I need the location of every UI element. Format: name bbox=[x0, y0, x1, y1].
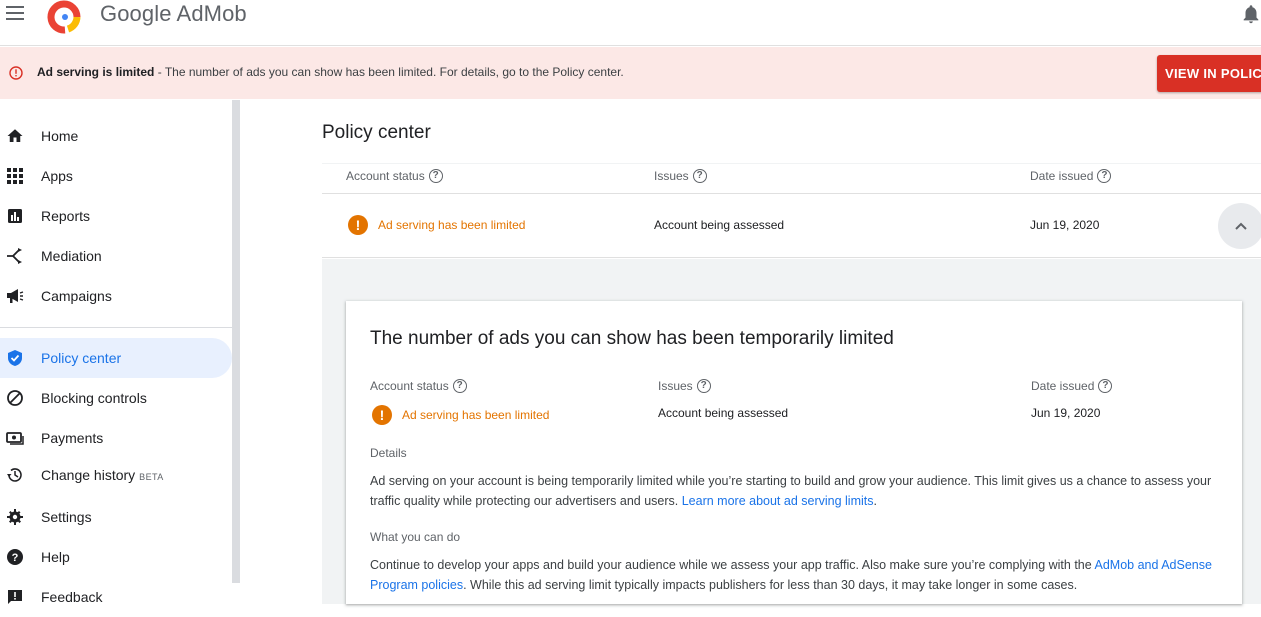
policy-alert-banner: Ad serving is limited - The number of ad… bbox=[0, 47, 1261, 99]
brand-name: Google AdMob bbox=[100, 1, 247, 26]
card-header-date-issued: Date issued? bbox=[1031, 379, 1113, 393]
sidebar-item-home[interactable]: Home bbox=[0, 116, 232, 156]
sidebar-item-label: Change history BETA bbox=[41, 467, 164, 483]
payments-icon bbox=[6, 432, 24, 445]
what-you-can-do-label: What you can do bbox=[370, 530, 461, 544]
chevron-up-icon bbox=[1235, 222, 1247, 230]
details-label: Details bbox=[370, 446, 407, 460]
sidebar-item-payments[interactable]: Payments bbox=[0, 418, 232, 458]
card-date-value: Jun 19, 2020 bbox=[1031, 406, 1101, 420]
home-icon bbox=[7, 129, 23, 142]
sidebar-item-feedback[interactable]: Feedback bbox=[0, 577, 232, 617]
sidebar-item-label: Reports bbox=[41, 208, 91, 224]
sidebar-item-label: Feedback bbox=[41, 589, 103, 605]
nav-divider bbox=[0, 327, 232, 328]
account-status-value: Ad serving has been limited bbox=[378, 218, 526, 232]
sidebar-item-campaigns[interactable]: Campaigns bbox=[0, 276, 232, 316]
collapse-row-button[interactable] bbox=[1218, 203, 1261, 249]
what-you-can-do-paragraph: Continue to develop your apps and build … bbox=[370, 558, 1212, 592]
column-header-issues: Issues? bbox=[654, 169, 707, 183]
column-header-date-issued: Date issued? bbox=[1030, 169, 1112, 183]
sidebar-item-label: Mediation bbox=[41, 248, 102, 264]
page-title: Policy center bbox=[322, 122, 431, 143]
sidebar-item-label: Apps bbox=[41, 168, 73, 184]
help-circle-icon[interactable]: ? bbox=[1098, 379, 1113, 393]
sidebar-scrollbar[interactable] bbox=[232, 100, 240, 583]
error-icon bbox=[9, 66, 23, 80]
feedback-icon bbox=[8, 590, 22, 604]
reports-icon bbox=[8, 209, 22, 223]
sidebar-item-label: Policy center bbox=[41, 350, 122, 366]
table-row[interactable]: ! Ad serving has been limited Account be… bbox=[322, 194, 1261, 258]
help-circle-icon[interactable]: ? bbox=[692, 169, 707, 183]
sidebar-item-blocking-controls[interactable]: Blocking controls bbox=[0, 378, 232, 418]
sidebar-item-apps[interactable]: Apps bbox=[0, 156, 232, 196]
learn-more-link[interactable]: Learn more about ad serving limits bbox=[682, 494, 874, 508]
date-issued-value: Jun 19, 2020 bbox=[1030, 218, 1100, 232]
svg-text:?: ? bbox=[12, 552, 19, 564]
policy-table-header: Account status? Issues? Date issued? bbox=[322, 163, 1261, 194]
help-icon: ? bbox=[7, 549, 23, 565]
notifications-bell-icon[interactable] bbox=[1240, 3, 1261, 25]
sidebar-item-label: Settings bbox=[41, 509, 92, 525]
help-circle-icon[interactable]: ? bbox=[428, 169, 443, 183]
mediation-icon bbox=[7, 248, 22, 264]
beta-badge: BETA bbox=[139, 472, 164, 482]
column-header-account-status: Account status? bbox=[346, 169, 443, 183]
help-circle-icon[interactable]: ? bbox=[696, 379, 711, 393]
sidebar-item-settings[interactable]: Settings bbox=[0, 497, 232, 537]
sidebar-item-label: Payments bbox=[41, 430, 104, 446]
sidebar-item-help[interactable]: ? Help bbox=[0, 537, 232, 577]
gear-icon bbox=[7, 509, 23, 525]
sidebar-item-label: Home bbox=[41, 128, 79, 144]
sidebar-item-policy-center[interactable]: Policy center bbox=[0, 338, 232, 378]
sidebar-item-label: Campaigns bbox=[41, 288, 112, 304]
card-header-issues: Issues? bbox=[658, 379, 711, 393]
apps-grid-icon bbox=[7, 168, 23, 184]
card-issue-value: Account being assessed bbox=[658, 406, 789, 420]
block-icon bbox=[7, 390, 23, 406]
view-in-policy-center-button[interactable]: VIEW IN POLICY CENTER bbox=[1157, 55, 1261, 92]
admob-logo-icon[interactable] bbox=[46, 0, 84, 34]
help-circle-icon[interactable]: ? bbox=[1097, 169, 1112, 183]
sidebar-item-change-history[interactable]: Change history BETA bbox=[0, 455, 232, 495]
card-title: The number of ads you can show has been … bbox=[370, 328, 894, 349]
megaphone-icon bbox=[7, 289, 24, 303]
sidebar-item-reports[interactable]: Reports bbox=[0, 196, 232, 236]
banner-message: Ad serving is limited - The number of ad… bbox=[37, 65, 624, 79]
card-header-account-status: Account status? bbox=[370, 379, 467, 393]
menu-icon[interactable] bbox=[6, 6, 26, 24]
top-app-bar: Google AdMob bbox=[0, 0, 1261, 46]
sidebar-item-label: Blocking controls bbox=[41, 390, 147, 406]
help-circle-icon[interactable]: ? bbox=[452, 379, 467, 393]
issue-value: Account being assessed bbox=[654, 218, 785, 232]
warning-icon: ! bbox=[348, 215, 368, 235]
shield-check-icon bbox=[8, 350, 22, 366]
warning-icon: ! bbox=[372, 405, 392, 425]
card-status-value: Ad serving has been limited bbox=[402, 408, 550, 422]
details-paragraph: Ad serving on your account is being temp… bbox=[370, 474, 1212, 508]
history-icon bbox=[7, 468, 22, 482]
sidebar-item-mediation[interactable]: Mediation bbox=[0, 236, 232, 276]
sidebar-item-label: Help bbox=[41, 549, 70, 565]
